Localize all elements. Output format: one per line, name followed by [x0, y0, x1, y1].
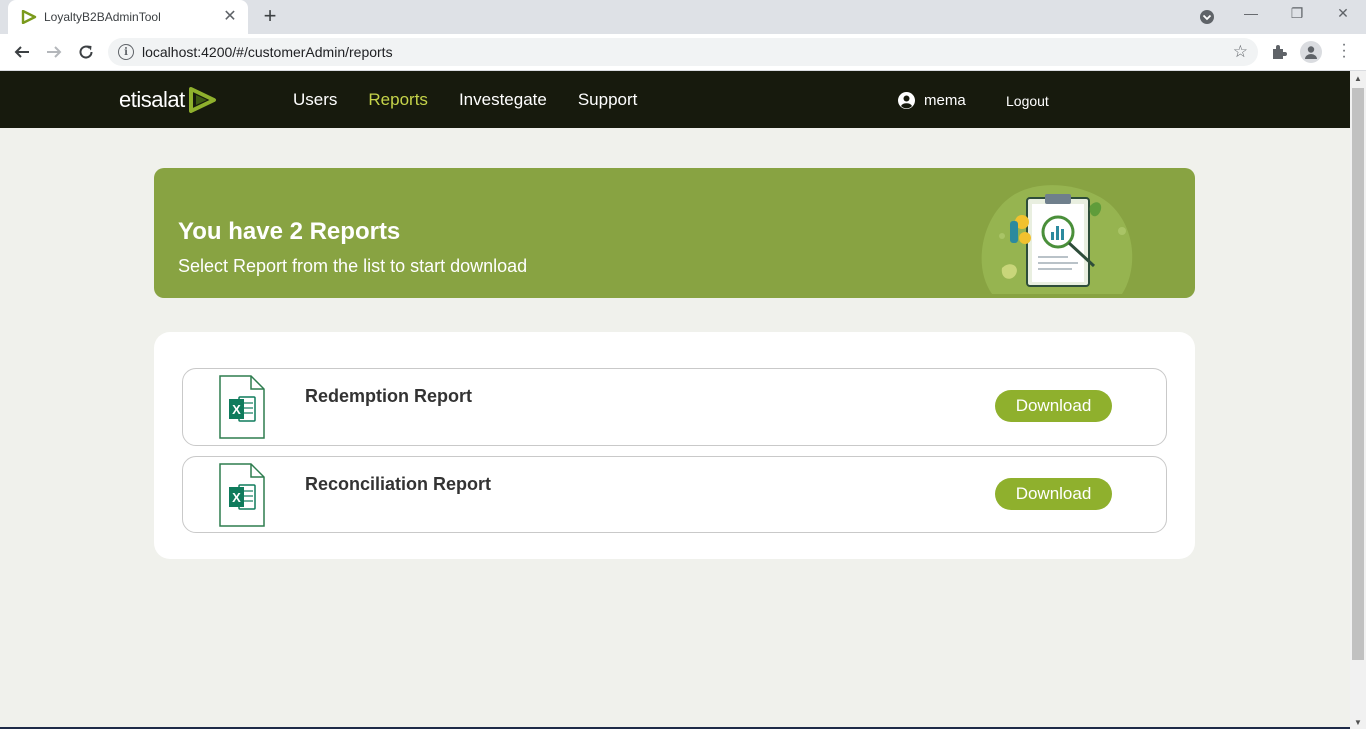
forward-icon[interactable] — [42, 41, 66, 63]
reports-summary-banner: You have 2 Reports Select Report from th… — [154, 168, 1195, 298]
report-name: Reconciliation Report — [305, 474, 492, 494]
back-icon[interactable] — [10, 41, 34, 63]
user-menu[interactable]: mema — [898, 92, 966, 109]
browser-tab[interactable]: LoyaltyB2BAdminTool ✕ — [8, 0, 248, 34]
nav-support[interactable]: Support — [578, 90, 638, 110]
url-text: localhost:4200/#/customerAdmin/reports — [142, 44, 393, 60]
svg-text:X: X — [232, 402, 241, 417]
download-button[interactable]: Download — [995, 478, 1112, 510]
restore-window-icon[interactable]: ❐ — [1285, 5, 1309, 22]
user-name: mema — [924, 92, 966, 109]
profile-avatar-icon[interactable] — [1300, 41, 1322, 63]
report-row: X Reconciliation Report Download — [182, 456, 1167, 533]
address-bar[interactable]: i localhost:4200/#/customerAdmin/reports… — [108, 38, 1258, 66]
browser-toolbar: i localhost:4200/#/customerAdmin/reports… — [0, 34, 1366, 71]
excel-file-icon: X — [219, 375, 265, 439]
logo-text: etisalat — [119, 87, 185, 112]
banner-subtitle: Select Report from the list to start dow… — [178, 256, 528, 276]
main-nav: Users Reports Investegate Support — [293, 90, 668, 110]
browser-tab-bar: LoyaltyB2BAdminTool ✕ + — ❐ ✕ — [0, 0, 1366, 34]
nav-users[interactable]: Users — [293, 90, 337, 110]
report-name: Redemption Report — [305, 386, 473, 406]
new-tab-button[interactable]: + — [258, 5, 282, 28]
tab-search-icon[interactable] — [1198, 8, 1216, 26]
reports-list-card: X Redemption Report Download X Reconcili… — [154, 332, 1195, 559]
report-clipboard-illustration — [981, 185, 1133, 294]
extensions-icon[interactable] — [1270, 43, 1288, 66]
close-tab-icon[interactable]: ✕ — [222, 9, 238, 25]
site-info-icon[interactable]: i — [118, 44, 134, 60]
page-viewport: etisalat Users Reports Investegate Suppo… — [0, 71, 1350, 729]
excel-file-icon: X — [219, 463, 265, 527]
app-header: etisalat Users Reports Investegate Suppo… — [0, 71, 1350, 128]
close-window-icon[interactable]: ✕ — [1331, 5, 1355, 22]
bookmark-star-icon[interactable]: ☆ — [1233, 42, 1248, 62]
scroll-down-icon[interactable]: ▼ — [1354, 718, 1362, 727]
page-scrollbar[interactable]: ▲ ▼ — [1350, 71, 1366, 729]
minimize-window-icon[interactable]: — — [1239, 5, 1263, 21]
scrollbar-thumb[interactable] — [1352, 88, 1364, 660]
reload-icon[interactable] — [74, 41, 98, 63]
tab-title: LoyaltyB2BAdminTool — [44, 10, 161, 24]
nav-reports[interactable]: Reports — [368, 90, 428, 110]
nav-investegate[interactable]: Investegate — [459, 90, 547, 110]
browser-menu-icon[interactable]: · · · — [1338, 37, 1350, 65]
logout-button[interactable]: Logout — [1006, 93, 1049, 109]
svg-text:X: X — [232, 490, 241, 505]
etisalat-logo[interactable]: etisalat — [119, 87, 217, 113]
banner-title: You have 2 Reports — [178, 218, 401, 245]
download-button[interactable]: Download — [995, 390, 1112, 422]
report-row: X Redemption Report Download — [182, 368, 1167, 446]
scroll-up-icon[interactable]: ▲ — [1354, 74, 1362, 83]
user-avatar-icon — [898, 92, 915, 109]
etisalat-favicon-icon — [20, 8, 38, 26]
etisalat-logo-icon — [188, 87, 216, 113]
